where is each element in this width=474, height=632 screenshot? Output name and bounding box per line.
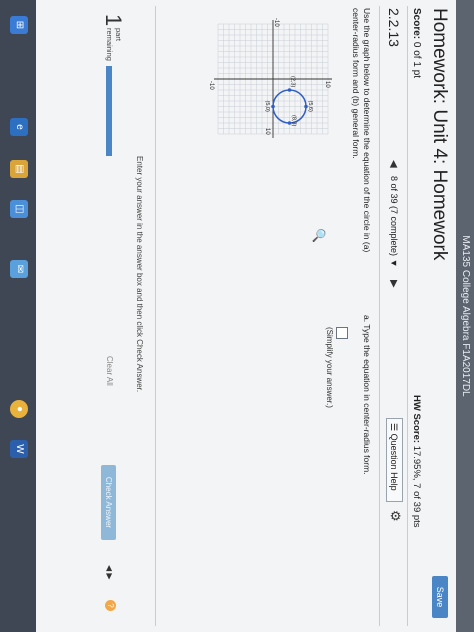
windows-icon[interactable]: ⊞ [10, 16, 28, 34]
axes [214, 20, 332, 138]
x-min-tick-label: -10 [273, 18, 279, 27]
word-icon[interactable]: W [10, 440, 28, 458]
parts-remaining-count: 1 [101, 14, 126, 27]
list-icon: ☰ [389, 423, 399, 432]
store-icon[interactable]: ◫ [10, 200, 28, 218]
point-label: (5,0) [264, 101, 270, 112]
x-max-tick-label: 10 [264, 128, 270, 135]
point-marker [287, 88, 292, 92]
mail-icon[interactable]: ✉ [10, 260, 28, 278]
answer-input-box[interactable] [336, 327, 348, 339]
monitor-screen: MA135 College Algebra F1A2017DL Homework… [0, 0, 474, 632]
progress-bar [106, 66, 112, 156]
point-label: (8,3) [291, 115, 297, 126]
divider [155, 6, 156, 626]
zoom-magnifier-icon[interactable]: 🔍 [312, 228, 326, 243]
point-label: (2,3) [290, 76, 296, 87]
question-position: 8 of 39 (7 complete) [389, 176, 399, 257]
page-title: Homework: Unit 4: Homework [429, 8, 450, 261]
question-help-button[interactable]: ☰ Question Help [386, 418, 403, 502]
score-value: 0 of 1 pt [411, 41, 422, 79]
answer-instructions: Enter your answer in the answer box and … [135, 156, 144, 393]
y-max-tick-label: 10 [324, 81, 330, 88]
parts-remaining-label: part remaining [105, 28, 123, 61]
question-help-label: Question Help [389, 433, 399, 491]
score-label: Score: [411, 8, 422, 40]
question-prompt: Use the graph below to determine the equ… [351, 8, 372, 253]
homework-page: Homework: Unit 4: Homework Save Score: 0… [36, 0, 456, 632]
hw-score-label: HW Score: [411, 395, 422, 444]
taskbar: ⊞ e ▤ ◫ ✉ ● W [0, 0, 36, 632]
clear-all-link[interactable]: Clear All [105, 356, 114, 386]
hw-score-value: 17.95%, 7 of 39 pts [411, 445, 422, 528]
previous-question-icon[interactable]: ◀ [388, 160, 399, 168]
parts-label-line1: part [114, 28, 123, 41]
divider [407, 6, 408, 626]
part-a-instruction: a. Type the equation in center-radius fo… [362, 315, 372, 475]
gear-icon[interactable]: ⚙ [387, 510, 403, 522]
point-marker [271, 104, 275, 109]
help-icon[interactable]: ? [105, 600, 116, 611]
hw-score-display: HW Score: 17.95%, 7 of 39 pts [411, 395, 422, 528]
question-number: 2.2.13 [386, 8, 402, 47]
save-button[interactable]: Save [432, 576, 448, 618]
divider [379, 6, 380, 626]
edge-icon[interactable]: e [10, 118, 28, 136]
chevron-down-icon: ▼ [389, 258, 399, 268]
next-question-icon[interactable]: ▶ [388, 280, 399, 288]
part-pager[interactable]: ◀ ▶ [105, 565, 114, 580]
parts-label-line2: remaining [105, 28, 114, 61]
point-label: (5,6) [307, 101, 313, 112]
window-title: MA135 College Algebra F1A2017DL [460, 235, 471, 397]
chrome-icon[interactable]: ● [10, 400, 28, 418]
check-answer-button[interactable]: Check Answer [101, 465, 116, 540]
simplify-hint: (Simplify your answer.) [325, 327, 334, 408]
score-display: Score: 0 of 1 pt [411, 8, 422, 78]
y-min-tick-label: -10 [208, 81, 214, 90]
question-selector[interactable]: 8 of 39 (7 complete) ▼ [389, 176, 399, 267]
browser-title-bar: MA135 College Algebra F1A2017DL [456, 0, 474, 632]
circle-graph: (5,6) (2,3) (8,3) (5,0) -10 10 10 -10 [208, 18, 332, 138]
file-explorer-icon[interactable]: ▤ [10, 160, 28, 178]
